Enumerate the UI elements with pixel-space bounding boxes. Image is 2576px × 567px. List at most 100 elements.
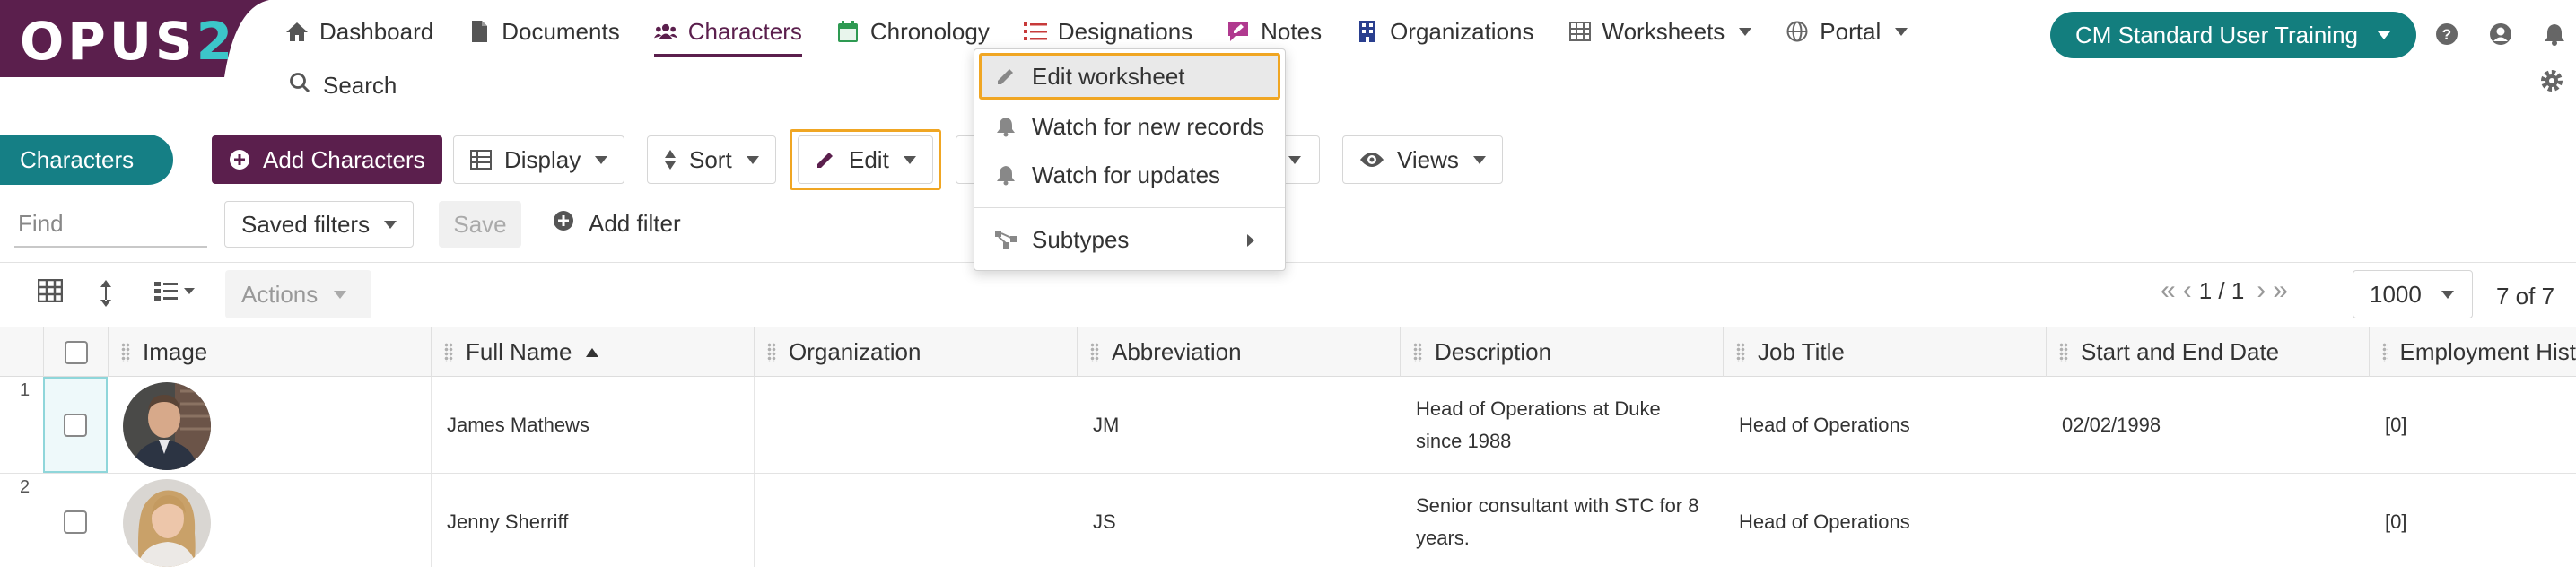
chevron-down-icon	[903, 155, 916, 164]
drag-handle-icon[interactable]	[1090, 342, 1099, 362]
table-row[interactable]: 2 Jenny Sherriff JS Senior consultant wi…	[0, 474, 2576, 567]
column-layout-icon[interactable]	[153, 279, 200, 302]
globe-icon	[1786, 20, 1809, 43]
cell-dates: 02/02/1998	[2062, 413, 2161, 436]
column-header-job-title[interactable]: Job Title	[1723, 327, 2046, 377]
breadcrumb[interactable]: Characters	[0, 135, 173, 185]
column-header-organization[interactable]: Organization	[754, 327, 1077, 377]
drag-handle-icon[interactable]	[1413, 342, 1422, 362]
drag-handle-icon[interactable]	[121, 342, 130, 362]
top-navigation: OPUS2 Dashboard Documents Characters Chr…	[0, 0, 2576, 126]
add-characters-button[interactable]: Add Characters	[212, 135, 442, 184]
first-page-icon[interactable]: «	[2161, 275, 2176, 306]
environment-selector[interactable]: CM Standard User Training	[2050, 12, 2416, 58]
last-page-icon[interactable]: »	[2273, 275, 2288, 306]
menu-pointer	[961, 147, 974, 172]
drag-handle-icon[interactable]	[444, 342, 453, 362]
plus-circle-icon	[229, 149, 250, 170]
select-all-checkbox[interactable]	[64, 340, 88, 364]
nav-portal[interactable]: Portal	[1786, 13, 1908, 50]
main-nav: Dashboard Documents Characters Chronolog…	[285, 13, 1942, 57]
submenu-arrow-icon	[1247, 234, 1254, 247]
row-checkbox-cell[interactable]	[43, 474, 108, 567]
note-icon	[1227, 20, 1250, 43]
table-header: Image Full Name Organization Abbreviatio…	[0, 327, 2576, 377]
column-header-image[interactable]: Image	[108, 327, 431, 377]
nav-organizations[interactable]: Organizations	[1356, 13, 1534, 50]
actions-button[interactable]: Actions	[225, 270, 371, 318]
nav-designations[interactable]: Designations	[1023, 13, 1192, 50]
views-button[interactable]: Views	[1342, 135, 1503, 184]
table-icon	[470, 150, 492, 170]
user-icon[interactable]	[2487, 21, 2514, 48]
menu-divider	[974, 207, 1285, 208]
sort-icon	[664, 149, 677, 170]
table-row[interactable]: 1 James Mathews JM Head of Operations at…	[0, 377, 2576, 474]
edit-button[interactable]: Edit	[798, 135, 933, 184]
plus-circle-icon	[553, 210, 574, 238]
row-checkbox[interactable]	[64, 413, 87, 437]
save-filter-button[interactable]: Save	[439, 201, 521, 248]
cell-employment-history[interactable]: [0]	[2385, 474, 2406, 567]
nav-search[interactable]: Search	[289, 72, 397, 100]
drag-handle-icon[interactable]	[2382, 342, 2388, 362]
add-filter-button[interactable]: Add filter	[553, 210, 681, 238]
calendar-icon	[836, 20, 860, 43]
column-header-employment-history[interactable]: Employment Hist	[2369, 327, 2576, 377]
row-checkbox-cell[interactable]	[43, 377, 108, 473]
nav-worksheets[interactable]: Worksheets	[1568, 13, 1752, 50]
column-header-abbreviation[interactable]: Abbreviation	[1077, 327, 1400, 377]
column-header-dates[interactable]: Start and End Date	[2046, 327, 2369, 377]
cell-employment-history[interactable]: [0]	[2385, 377, 2406, 473]
drag-handle-icon[interactable]	[2059, 342, 2068, 362]
cell-job-title: Head of Operations	[1739, 510, 1910, 533]
drag-handle-icon[interactable]	[1736, 342, 1745, 362]
chevron-down-icon	[2378, 31, 2391, 39]
display-button[interactable]: Display	[453, 135, 625, 184]
chevron-down-icon	[334, 290, 347, 299]
pencil-icon	[994, 65, 1017, 87]
cell-full-name: James Mathews	[447, 413, 589, 436]
subtypes-icon	[994, 230, 1017, 249]
nav-chronology[interactable]: Chronology	[836, 13, 990, 50]
menu-item-watch-updates[interactable]: Watch for updates	[982, 152, 1278, 198]
column-header-description[interactable]: Description	[1400, 327, 1723, 377]
nav-dashboard[interactable]: Dashboard	[285, 13, 433, 50]
eye-icon	[1359, 151, 1384, 169]
chevron-down-icon	[746, 155, 759, 164]
row-number: 2	[20, 477, 31, 497]
avatar[interactable]	[123, 382, 211, 470]
avatar[interactable]	[123, 479, 211, 567]
menu-item-subtypes[interactable]: Subtypes	[982, 216, 1278, 263]
cell-job-title: Head of Operations	[1739, 413, 1910, 436]
sort-button[interactable]: Sort	[647, 135, 776, 184]
bell-icon[interactable]	[2541, 21, 2568, 48]
page-size-select[interactable]: 1000	[2353, 270, 2473, 318]
worksheet-toolbar: Characters Add Characters Display Sort E…	[0, 133, 2576, 187]
find-input[interactable]	[14, 201, 207, 248]
help-icon[interactable]: ?	[2433, 21, 2460, 48]
saved-filters-button[interactable]: Saved filters	[224, 201, 415, 248]
row-height-icon[interactable]	[99, 279, 113, 308]
row-checkbox[interactable]	[64, 510, 87, 534]
search-icon	[289, 72, 310, 100]
document-icon	[467, 20, 491, 43]
menu-item-watch-new-records[interactable]: Watch for new records	[982, 103, 1278, 150]
drag-handle-icon[interactable]	[767, 342, 776, 362]
grid-view-icon[interactable]	[38, 279, 63, 302]
prev-page-icon[interactable]: ‹	[2183, 275, 2192, 306]
gear-icon[interactable]	[2539, 68, 2564, 100]
opus2-logo[interactable]: OPUS2	[0, 0, 269, 77]
cell-description: Senior consultant with STC for 8 years.	[1416, 493, 1699, 549]
grid-toolbar: Actions « ‹ 1 / 1 › » 1000 7 of 7	[0, 262, 2576, 327]
page-info: 1 / 1	[2198, 276, 2245, 304]
chevron-down-icon	[384, 220, 397, 229]
nav-documents[interactable]: Documents	[467, 13, 620, 50]
nav-characters[interactable]: Characters	[653, 13, 803, 57]
next-page-icon[interactable]: ›	[2257, 275, 2266, 306]
nav-notes[interactable]: Notes	[1227, 13, 1322, 50]
column-header-full-name[interactable]: Full Name	[431, 327, 754, 377]
select-all-checkbox-cell[interactable]	[43, 327, 108, 377]
cell-full-name: Jenny Sherriff	[447, 510, 569, 533]
menu-item-edit-worksheet[interactable]: Edit worksheet	[979, 53, 1280, 100]
